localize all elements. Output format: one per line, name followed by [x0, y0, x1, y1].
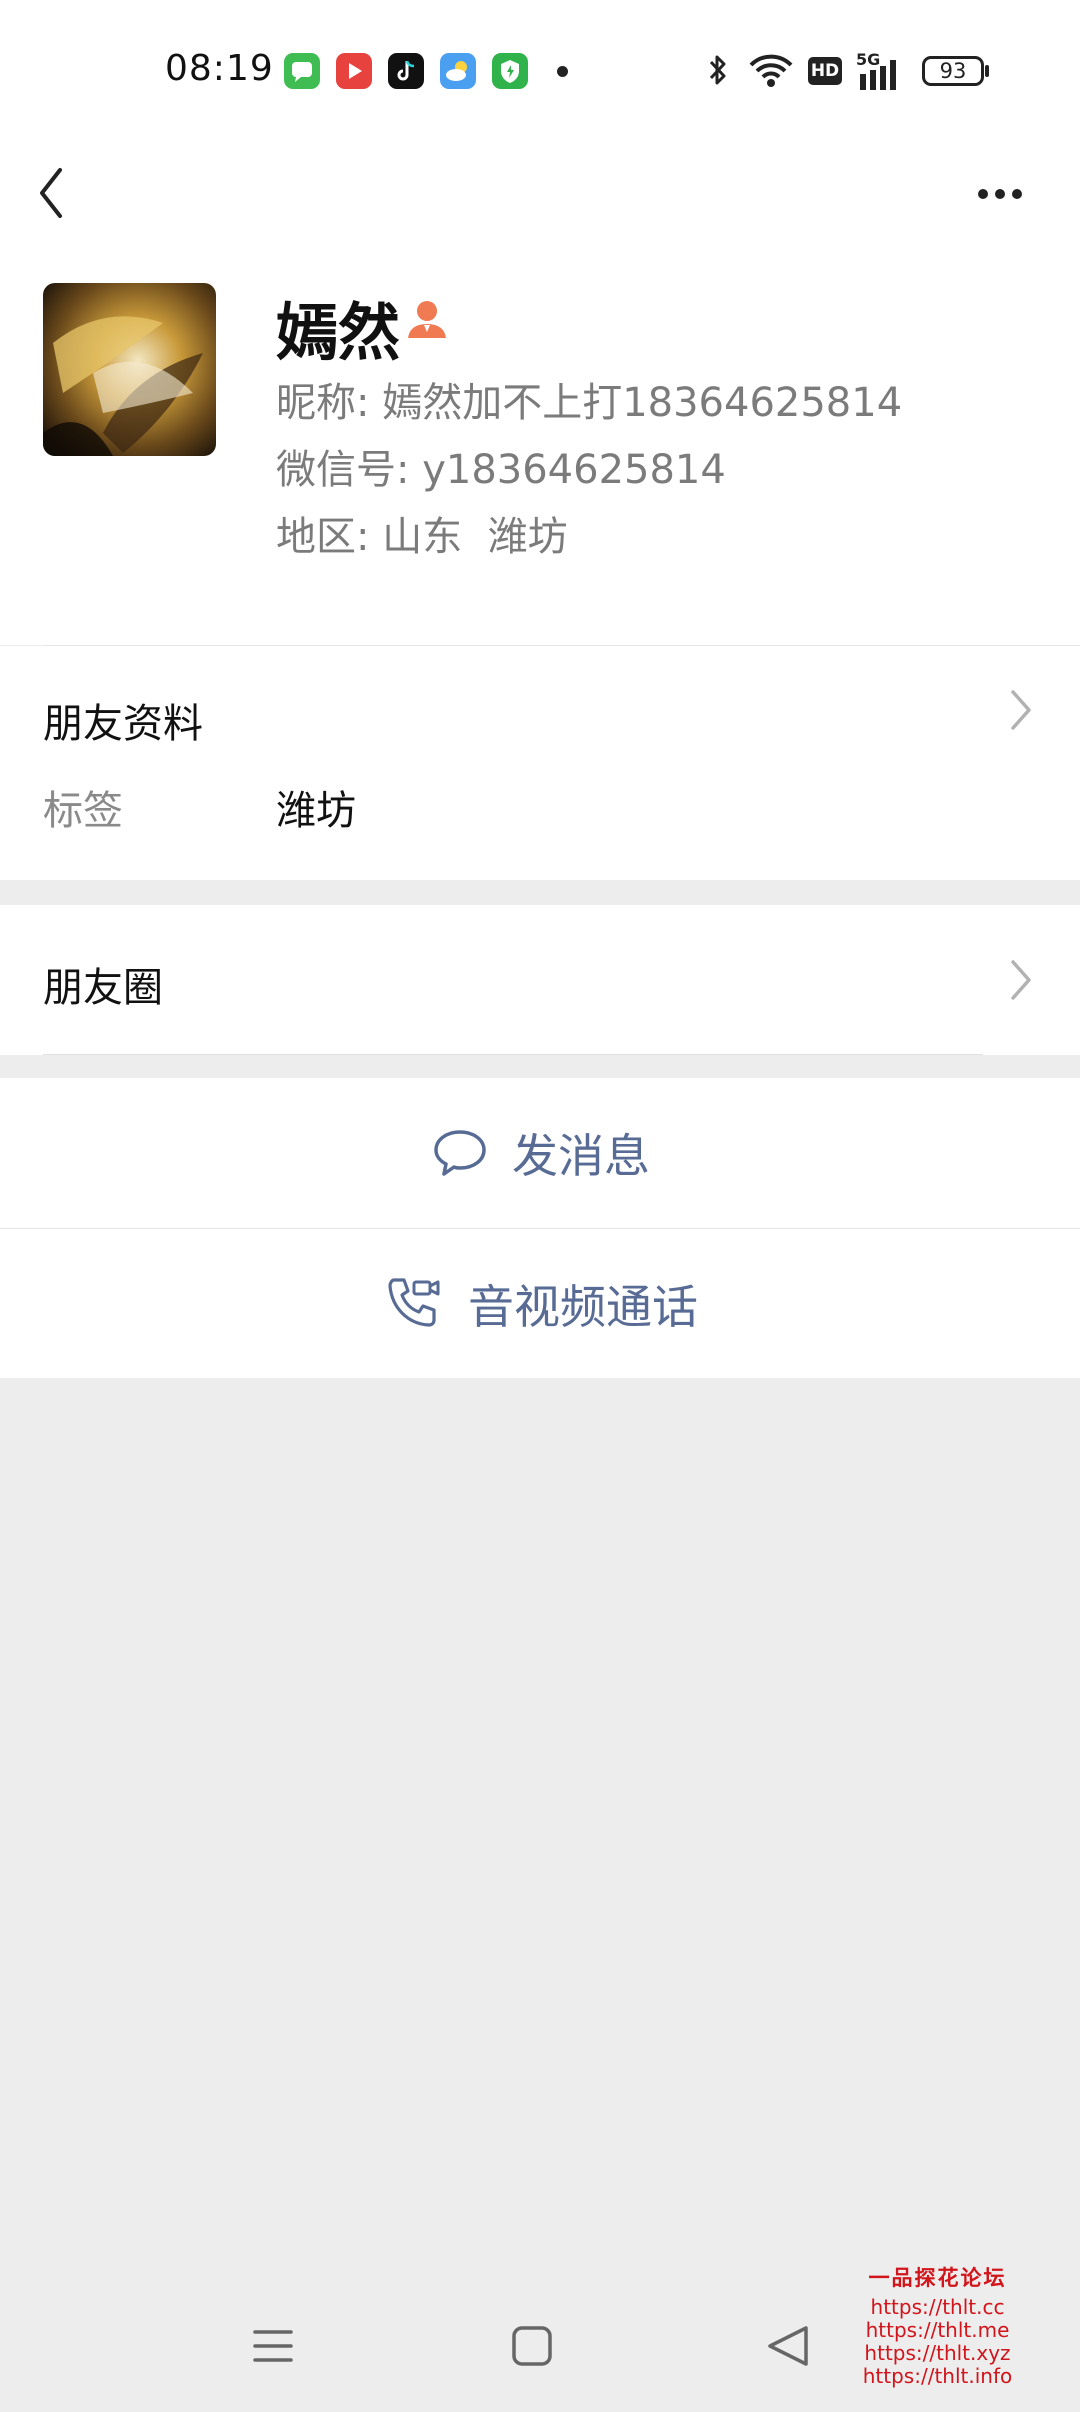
nickname-row: 昵称: 嫣然加不上打18364625814 [276, 370, 902, 428]
avatar[interactable] [43, 283, 216, 456]
battery-level: 93 [939, 59, 967, 83]
region-label: 地区: [276, 514, 370, 560]
signal-icon: 5G [856, 50, 906, 90]
watermark-link: https://thlt.me [865, 2318, 1010, 2342]
security-app-icon [492, 53, 528, 89]
nickname-label: 昵称: [276, 380, 370, 426]
hd-label: HD [810, 61, 840, 81]
watermark-link: https://thlt.cc [870, 2295, 1005, 2319]
region-value: 山东 潍坊 [382, 514, 568, 560]
more-button[interactable] [965, 160, 1045, 220]
status-bar: 08:19 HD 5G 93 [0, 0, 1080, 140]
send-message-button[interactable]: 发消息 [0, 1078, 1080, 1228]
video-call-button[interactable]: 音视频通话 [0, 1228, 1080, 1378]
home-square-icon [512, 2326, 552, 2366]
tag-label: 标签 [43, 788, 123, 834]
profile-header: 嫣然 昵称: 嫣然加不上打18364625814 微信号: y183646258… [0, 250, 1080, 646]
watermark-title: 一品探花论坛 [868, 2265, 1007, 2290]
profile-name: 嫣然 [276, 296, 401, 369]
moments-title: 朋友圈 [43, 965, 163, 1011]
wifi-icon [749, 54, 793, 87]
moments-row[interactable]: 朋友圈 [0, 905, 1080, 1055]
phone-video-icon [388, 1278, 440, 1327]
back-button[interactable] [30, 150, 100, 230]
home-button[interactable] [492, 2310, 572, 2382]
status-time: 08:19 [165, 48, 274, 89]
menu-icon [253, 2330, 293, 2362]
wechat-id-value: y18364625814 [422, 447, 726, 493]
region-row: 地区: 山东 潍坊 [276, 504, 568, 562]
friend-info-title: 朋友资料 [43, 701, 203, 747]
more-dots-icon [978, 189, 1022, 199]
wechat-id-label: 微信号: [276, 447, 410, 493]
friend-info-section[interactable]: 朋友资料 标签 潍坊 [0, 646, 1080, 880]
triangle-back-icon [768, 2326, 808, 2366]
tag-value: 潍坊 [276, 788, 356, 834]
chevron-left-icon [40, 168, 62, 218]
send-message-label: 发消息 [512, 1129, 650, 1183]
divider [43, 1054, 983, 1055]
battery-tip [985, 65, 989, 77]
watermark: 一品探花论坛 https://thlt.cc https://thlt.me h… [855, 2262, 1020, 2388]
watermark-link: https://thlt.info [862, 2364, 1013, 2388]
top-nav [0, 140, 1080, 250]
nickname-value: 嫣然加不上打18364625814 [382, 380, 903, 426]
video-app-icon [336, 53, 372, 89]
back-nav-button[interactable] [748, 2310, 828, 2382]
battery-indicator: 93 [922, 56, 984, 86]
chevron-right-icon [1011, 690, 1031, 730]
wechat-id-row: 微信号: y18364625814 [276, 437, 726, 495]
notification-dot [557, 66, 568, 77]
bluetooth-icon [709, 55, 726, 85]
weather-app-icon [440, 53, 476, 89]
hd-icon: HD [808, 57, 842, 85]
menu-button[interactable] [233, 2310, 313, 2382]
watermark-link: https://thlt.xyz [864, 2341, 1011, 2365]
video-call-label: 音视频通话 [468, 1280, 698, 1334]
chevron-right-icon [1011, 960, 1031, 1000]
chat-bubble-icon [434, 1130, 486, 1176]
tiktok-app-icon [388, 53, 424, 89]
person-badge-icon [408, 301, 446, 338]
messages-app-icon [284, 53, 320, 89]
